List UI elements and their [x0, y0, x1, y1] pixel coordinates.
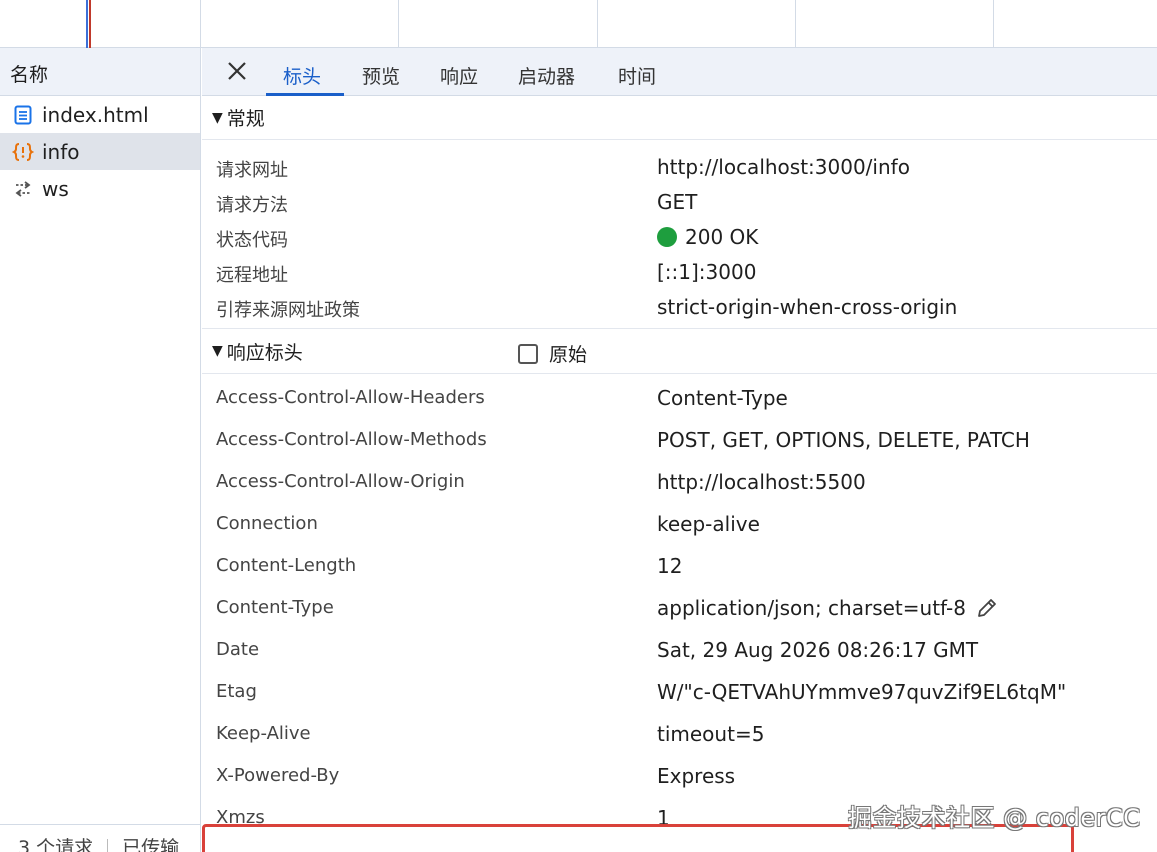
- divider: [107, 838, 109, 852]
- status-code: 200 OK: [685, 225, 759, 249]
- detail-tab-bar: 标头 预览 响应 启动器 时间: [202, 48, 1157, 96]
- expand-triangle-icon: ▼: [212, 109, 223, 126]
- header-key: Access-Control-Allow-Origin: [216, 471, 465, 492]
- header-key: 引荐来源网址政策: [216, 300, 360, 321]
- dom-content-loaded-marker: [86, 0, 88, 48]
- general-section-header[interactable]: ▼ 常规: [202, 96, 1157, 140]
- header-key: X-Powered-By: [216, 765, 340, 786]
- tab-response[interactable]: 响应: [440, 62, 478, 89]
- header-value: Content-Type: [657, 386, 788, 410]
- response-header-row: Etag W/"c-QETVAhUYmmve97quvZif9EL6tqM": [202, 672, 1157, 714]
- response-header-row: Content-Type application/json; charset=u…: [202, 588, 1157, 630]
- raw-headers-toggle[interactable]: 原始: [518, 340, 587, 367]
- header-key: 请求方法: [216, 195, 288, 216]
- section-title: 常规: [226, 108, 265, 130]
- header-value: application/json; charset=utf-8: [657, 596, 998, 620]
- timeline-column: [796, 0, 994, 48]
- request-item-info[interactable]: info: [0, 133, 200, 170]
- close-icon[interactable]: [226, 60, 248, 82]
- request-item-ws[interactable]: ws: [0, 170, 200, 207]
- request-item-index-html[interactable]: index.html: [0, 96, 200, 133]
- timeline-column: [598, 0, 796, 48]
- request-detail-panel: 标头 预览 响应 启动器 时间 ▼ 常规 请求网址 http://localho…: [202, 48, 1157, 852]
- request-summary-bar: 3 个请求 已传输: [0, 824, 201, 852]
- general-row: 请求方法 GET: [202, 185, 1157, 220]
- waterfall-timeline: [0, 0, 1157, 48]
- name-column-header[interactable]: 名称: [0, 48, 200, 96]
- header-value: 200 OK: [657, 225, 758, 249]
- header-value: Sat, 29 Aug 2026 08:26:17 GMT: [657, 638, 979, 662]
- request-count: 3 个请求: [18, 837, 94, 852]
- transferred-size: 已传输: [122, 837, 180, 852]
- header-value: W/"c-QETVAhUYmmve97quvZif9EL6tqM": [657, 680, 1067, 704]
- response-header-row: Content-Length 12: [202, 546, 1157, 588]
- tab-initiator[interactable]: 启动器: [518, 62, 575, 89]
- header-value: Express: [657, 764, 736, 788]
- response-header-row: Connection keep-alive: [202, 504, 1157, 546]
- header-value: GET: [657, 190, 698, 214]
- header-key: 远程地址: [216, 265, 288, 286]
- response-header-row: Access-Control-Allow-Methods POST, GET, …: [202, 420, 1157, 462]
- request-name: ws: [42, 176, 69, 201]
- response-header-row: Access-Control-Allow-Origin http://local…: [202, 462, 1157, 504]
- header-key: Connection: [216, 513, 318, 534]
- json-braces-icon: [12, 141, 34, 163]
- header-key: Date: [216, 639, 260, 660]
- header-key: Content-Type: [216, 597, 334, 618]
- header-value: keep-alive: [657, 512, 760, 536]
- header-key: Access-Control-Allow-Headers: [216, 387, 485, 408]
- request-name: index.html: [42, 102, 149, 127]
- header-value: http://localhost:3000/info: [657, 155, 910, 179]
- header-value: http://localhost:5500: [657, 470, 866, 494]
- status-ok-icon: [657, 227, 677, 247]
- section-title: 响应标头: [226, 341, 303, 364]
- response-headers-section: Access-Control-Allow-Headers Content-Typ…: [202, 374, 1157, 840]
- timeline-column: [201, 0, 399, 48]
- general-row: 远程地址 [::1]:3000: [202, 255, 1157, 290]
- tab-preview[interactable]: 预览: [362, 62, 400, 89]
- header-value: timeout=5: [657, 722, 765, 746]
- header-value: POST, GET, OPTIONS, DELETE, PATCH: [657, 428, 1030, 452]
- tab-headers[interactable]: 标头: [283, 62, 321, 89]
- header-value: strict-origin-when-cross-origin: [657, 295, 958, 319]
- header-key: Keep-Alive: [216, 723, 311, 744]
- websocket-arrows-icon: [12, 178, 34, 200]
- request-name: info: [42, 139, 80, 164]
- general-row: 状态代码 200 OK: [202, 220, 1157, 255]
- watermark: 掘金技术社区 @ coderCC: [848, 804, 1141, 832]
- request-list-panel: 名称 index.html info ws 3 个请求 已传输: [0, 48, 201, 852]
- header-value: 12: [657, 554, 683, 578]
- general-row: 引荐来源网址政策 strict-origin-when-cross-origin: [202, 290, 1157, 328]
- general-section: 请求网址 http://localhost:3000/info 请求方法 GET…: [202, 140, 1157, 328]
- tab-timing[interactable]: 时间: [618, 62, 656, 89]
- header-value: [::1]:3000: [657, 260, 757, 284]
- header-key: Access-Control-Allow-Methods: [216, 429, 487, 450]
- header-key: Content-Length: [216, 555, 357, 576]
- header-key: 请求网址: [216, 160, 288, 181]
- response-header-row: Keep-Alive timeout=5: [202, 714, 1157, 756]
- expand-triangle-icon: ▼: [212, 343, 223, 359]
- timeline-column: [399, 0, 598, 48]
- load-event-marker: [89, 0, 91, 48]
- response-headers-section-header[interactable]: ▼ 响应标头 原始: [202, 328, 1157, 374]
- header-key: 状态代码: [216, 230, 288, 251]
- raw-checkbox[interactable]: [518, 343, 538, 364]
- response-header-row: Access-Control-Allow-Headers Content-Typ…: [202, 378, 1157, 420]
- header-key: Etag: [216, 681, 257, 702]
- raw-label: 原始: [549, 344, 588, 366]
- response-header-row: X-Powered-By Express: [202, 756, 1157, 798]
- content-type-value: application/json; charset=utf-8: [657, 596, 966, 620]
- response-header-row: Date Sat, 29 Aug 2026 08:26:17 GMT: [202, 630, 1157, 672]
- edit-pencil-icon[interactable]: [976, 597, 998, 619]
- document-icon: [12, 104, 34, 126]
- general-row: 请求网址 http://localhost:3000/info: [202, 150, 1157, 185]
- timeline-column: [0, 0, 201, 48]
